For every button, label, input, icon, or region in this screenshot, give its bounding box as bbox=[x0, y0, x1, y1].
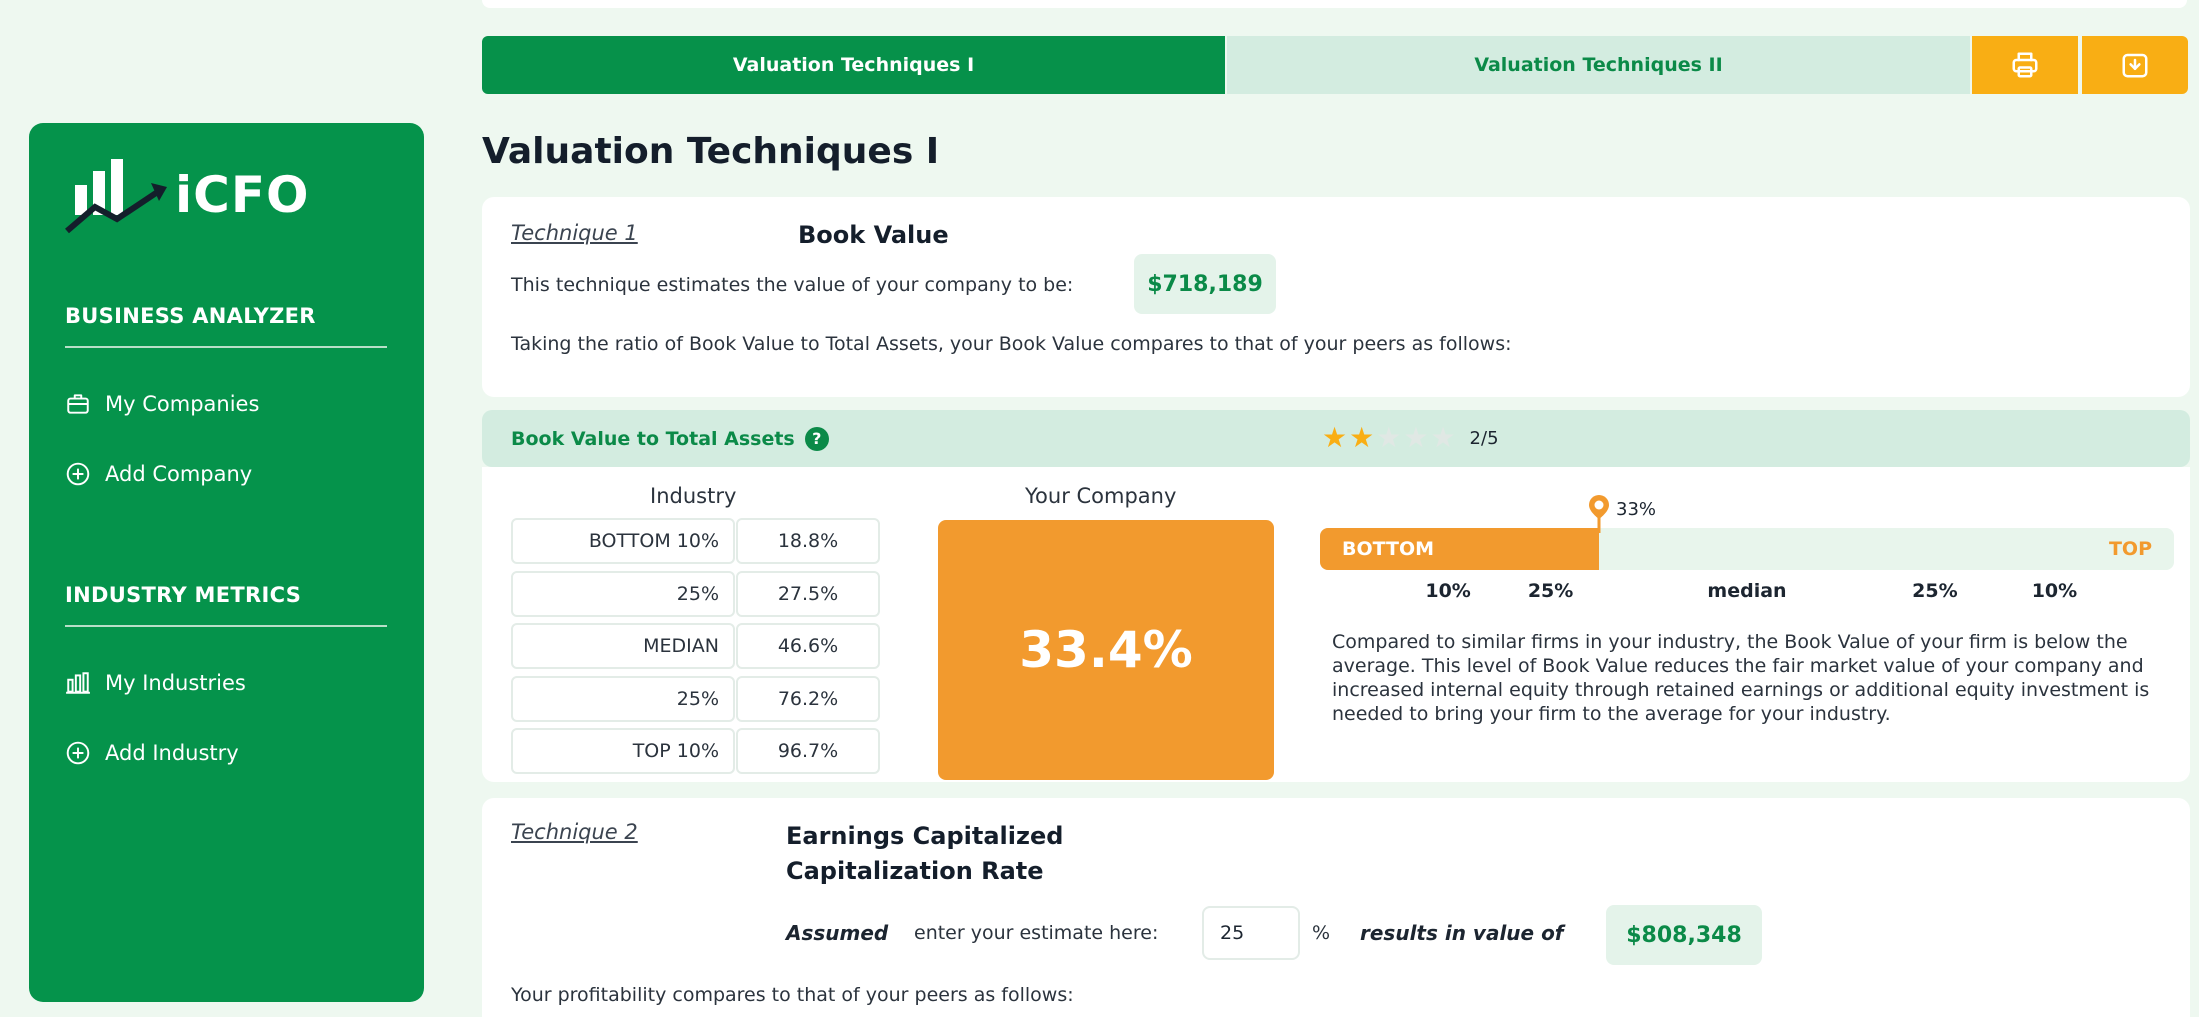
sidebar-item-label: Add Company bbox=[105, 462, 253, 486]
percentile-scale: BOTTOM TOP bbox=[1320, 528, 2174, 570]
cap-rate-input[interactable]: 25 bbox=[1202, 906, 1300, 960]
metric-name: Book Value to Total Assets ? bbox=[511, 410, 829, 467]
estimate-text: This technique estimates the value of yo… bbox=[511, 274, 1074, 296]
tab-valuation-techniques-1[interactable]: Valuation Techniques I bbox=[482, 36, 1225, 94]
scale-bottom-label: BOTTOM bbox=[1342, 538, 1435, 560]
star-icon: ★ bbox=[1430, 421, 1456, 454]
scale-tick-label: 10% bbox=[2031, 580, 2078, 602]
industry-percentile-value: 18.8% bbox=[736, 518, 880, 564]
star-icon: ★ bbox=[1376, 421, 1402, 454]
sidebar-item-label: My Companies bbox=[105, 392, 260, 416]
section-heading-industry-metrics: INDUSTRY METRICS bbox=[65, 583, 302, 607]
print-button[interactable] bbox=[1972, 36, 2078, 94]
plus-circle-icon bbox=[66, 741, 90, 765]
briefcase-icon bbox=[67, 394, 89, 414]
industry-percentile-label: TOP 10% bbox=[511, 728, 735, 774]
divider bbox=[65, 346, 387, 348]
section-heading-business-analyzer: BUSINESS ANALYZER bbox=[65, 304, 316, 328]
scale-tick-label: 25% bbox=[1912, 580, 1958, 602]
technique-subtitle: Capitalization Rate bbox=[786, 857, 1044, 885]
assumed-label: Assumed bbox=[786, 921, 889, 945]
industry-percentile-label: 25% bbox=[511, 570, 735, 617]
star-icon: ★ bbox=[1403, 421, 1429, 454]
technique-title: Book Value bbox=[798, 221, 949, 249]
sidebar-item-label: Add Industry bbox=[105, 741, 239, 765]
sidebar: iCFO BUSINESS ANALYZER My Companies Add … bbox=[29, 123, 424, 1002]
scale-top-label: TOP bbox=[2108, 538, 2152, 560]
industry-percentile-value: 46.6% bbox=[736, 623, 880, 669]
download-icon bbox=[2122, 53, 2148, 78]
marker-label: 33% bbox=[1616, 499, 1657, 520]
compare-text: Taking the ratio of Book Value to Total … bbox=[511, 333, 1512, 355]
logo-chart-icon bbox=[65, 159, 167, 234]
scale-tick-label: 25% bbox=[1527, 580, 1574, 602]
enter-estimate-text: enter your estimate here: bbox=[914, 922, 1159, 944]
page-title: Valuation Techniques I bbox=[482, 131, 940, 172]
sidebar-item-add-company[interactable]: Add Company bbox=[65, 456, 252, 492]
divider bbox=[65, 625, 387, 627]
tab-valuation-techniques-2[interactable]: Valuation Techniques II bbox=[1227, 36, 1970, 94]
result-value: $808,348 bbox=[1606, 905, 1762, 965]
industry-percentile-label: 25% bbox=[511, 675, 735, 722]
metric-name-label: Book Value to Total Assets bbox=[511, 427, 795, 450]
percent-label: % bbox=[1312, 922, 1331, 944]
industry-percentile-value: 27.5% bbox=[736, 570, 880, 617]
metric-header: Book Value to Total Assets ? ★ ★ ★ ★ ★ 2/5 bbox=[482, 410, 2190, 467]
rating-text: 2/5 bbox=[1469, 427, 1499, 449]
technique-label: Technique 1 bbox=[511, 221, 638, 245]
sidebar-item-label: My Industries bbox=[105, 671, 246, 695]
star-icon: ★ bbox=[1322, 421, 1348, 454]
industry-percentile-value: 76.2% bbox=[736, 675, 880, 722]
your-company-value: 33.4% bbox=[938, 520, 1274, 780]
technique-label: Technique 2 bbox=[511, 820, 638, 844]
map-pin-icon bbox=[1589, 495, 1609, 533]
sidebar-item-my-companies[interactable]: My Companies bbox=[65, 386, 259, 422]
scale-tick-label: 10% bbox=[1425, 580, 1471, 602]
explanation-text: Compared to similar firms in your indust… bbox=[1332, 631, 2150, 725]
print-icon bbox=[2012, 52, 2038, 78]
results-text: results in value of bbox=[1360, 921, 1564, 945]
logo[interactable]: iCFO bbox=[65, 145, 315, 245]
compare-text: Your profitability compares to that of y… bbox=[511, 984, 1074, 1006]
metric-body: Industry Your Company BOTTOM 10% 18.8% 25%… bbox=[482, 467, 2190, 782]
industry-percentile-value: 96.7% bbox=[736, 728, 880, 774]
help-icon[interactable]: ? bbox=[804, 426, 829, 451]
industry-percentile-label: BOTTOM 10% bbox=[511, 518, 735, 564]
bar-chart-icon bbox=[66, 672, 90, 694]
industry-header: Industry bbox=[650, 484, 737, 508]
top-strip bbox=[482, 0, 2187, 8]
scale-tick-label: median bbox=[1707, 580, 1787, 602]
sidebar-item-my-industries[interactable]: My Industries bbox=[65, 665, 246, 701]
rating-stars: ★ ★ ★ ★ ★ 2/5 bbox=[1322, 424, 1499, 452]
logo-text: iCFO bbox=[175, 166, 310, 224]
industry-percentile-label: MEDIAN bbox=[511, 623, 735, 669]
download-button[interactable] bbox=[2082, 36, 2188, 94]
technique-1-card: Technique 1 Book Value This technique es… bbox=[482, 197, 2190, 397]
plus-circle-icon bbox=[66, 462, 90, 486]
your-company-header: Your Company bbox=[1025, 484, 1177, 508]
star-icon: ★ bbox=[1349, 421, 1375, 454]
estimate-value: $718,189 bbox=[1134, 254, 1276, 314]
technique-2-card: Technique 2 Earnings Capitalized Capital… bbox=[482, 798, 2190, 1017]
sidebar-item-add-industry[interactable]: Add Industry bbox=[65, 735, 239, 771]
technique-title: Earnings Capitalized bbox=[786, 822, 1064, 850]
